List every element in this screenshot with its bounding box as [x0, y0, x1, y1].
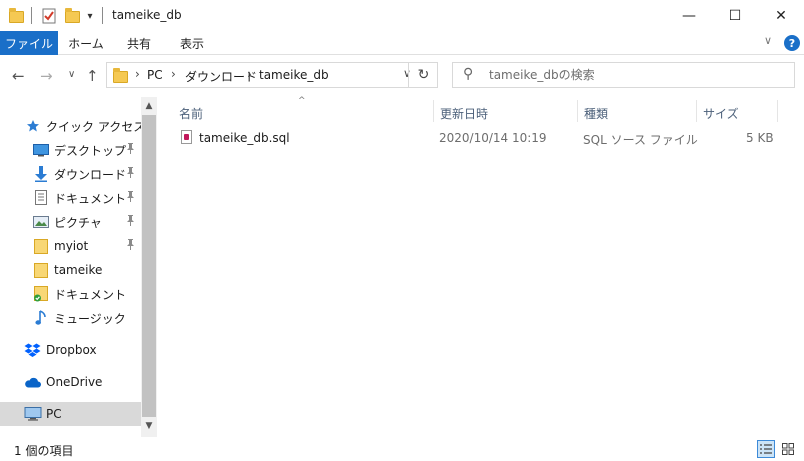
sidebar-item-label: OneDrive	[46, 375, 103, 389]
sidebar-item-desktop[interactable]: デスクトップ	[0, 138, 141, 162]
tab-home[interactable]: ホーム	[58, 31, 114, 55]
sidebar-item-label: ミュージック	[54, 311, 126, 326]
sidebar-item-label: デスクトップ	[54, 143, 127, 158]
onedrive-icon	[24, 377, 41, 388]
sidebar-item-label: tameike	[54, 263, 103, 277]
close-button[interactable]: ✕	[758, 0, 804, 31]
tab-share[interactable]: 共有	[114, 31, 164, 55]
scroll-thumb[interactable]	[142, 115, 156, 417]
sidebar-item-dropbox[interactable]: Dropbox	[0, 338, 141, 362]
properties-icon[interactable]	[40, 6, 58, 26]
sidebar-item-label: myiot	[54, 239, 89, 253]
recent-locations-button[interactable]: ∨	[68, 69, 75, 80]
document-icon	[35, 190, 47, 205]
item-count: 1 個の項目	[14, 444, 74, 458]
folder-icon	[113, 68, 128, 83]
separator	[102, 7, 103, 24]
ribbon-expand-icon[interactable]: ∨	[764, 34, 772, 47]
pin-icon[interactable]	[126, 143, 135, 157]
forward-button[interactable]: →	[40, 67, 53, 85]
sidebar-item-music[interactable]: ミュージック	[0, 306, 141, 330]
chevron-right-icon[interactable]: ›	[247, 67, 252, 81]
pin-icon[interactable]	[126, 215, 135, 229]
column-header-size[interactable]: サイズ	[697, 102, 777, 124]
scroll-down-arrow[interactable]: ▼	[141, 419, 157, 433]
pin-icon[interactable]	[126, 191, 135, 205]
pin-icon[interactable]	[126, 239, 135, 253]
folder-icon	[34, 239, 48, 254]
column-header-date[interactable]: 更新日時	[434, 102, 577, 124]
download-icon	[34, 166, 48, 182]
ribbon-tabs: ファイル ホーム 共有 表示 ∨ ?	[0, 31, 804, 55]
picture-icon	[33, 216, 49, 228]
minimize-button[interactable]: —	[666, 0, 712, 31]
file-list: ^ 名前 更新日時 種類 サイズ tameike_db.sql 2020/10/…	[157, 96, 804, 437]
sidebar-item-label: ダウンロード	[54, 167, 127, 182]
sidebar-item-label: クイック アクセス	[46, 119, 146, 134]
sidebar-item-documents-synced[interactable]: ドキュメント	[0, 282, 141, 306]
sidebar-item-label: Dropbox	[46, 343, 97, 357]
table-row[interactable]: tameike_db.sql 2020/10/14 10:19 SQL ソース …	[173, 127, 803, 149]
chevron-right-icon[interactable]: ›	[171, 67, 176, 81]
navpane-scrollbar[interactable]: ▲ ▼	[141, 97, 157, 437]
desktop-icon	[33, 144, 49, 157]
sidebar-item-pc[interactable]: PC	[0, 402, 141, 426]
dropbox-icon	[24, 343, 41, 358]
sidebar-item-label: PC	[46, 407, 62, 421]
title-bar: ▾ tameike_db — ☐ ✕	[0, 0, 804, 31]
navigation-pane: クイック アクセス デスクトップ ダウンロード ドキュメント ピクチャ myio…	[0, 97, 157, 437]
status-bar: 1 個の項目	[0, 437, 804, 461]
file-name: tameike_db.sql	[199, 131, 290, 145]
breadcrumb-current[interactable]: tameike_db	[259, 68, 329, 82]
new-folder-icon[interactable]	[62, 6, 82, 26]
scroll-up-arrow[interactable]: ▲	[141, 99, 157, 113]
music-icon	[35, 310, 47, 326]
back-button[interactable]: ←	[12, 67, 25, 85]
column-header-type[interactable]: 種類	[578, 102, 696, 124]
sidebar-item-quick-access[interactable]: クイック アクセス	[0, 114, 145, 138]
column-divider[interactable]	[777, 100, 778, 122]
tab-view[interactable]: 表示	[166, 31, 218, 55]
file-size: 5 KB	[746, 131, 774, 145]
sidebar-item-onedrive[interactable]: OneDrive	[0, 370, 141, 394]
separator	[31, 7, 32, 24]
breadcrumb-pc[interactable]: PC	[147, 68, 163, 82]
star-icon	[26, 119, 40, 133]
sql-file-icon	[181, 130, 192, 144]
address-bar[interactable]: › PC › ダウンロード › tameike_db ∨	[106, 62, 438, 88]
pin-icon[interactable]	[126, 167, 135, 181]
pc-icon	[24, 407, 42, 421]
sidebar-item-myiot[interactable]: myiot	[0, 234, 141, 258]
file-type: SQL ソース ファイル	[583, 133, 698, 147]
maximize-button[interactable]: ☐	[712, 0, 758, 31]
sidebar-item-documents[interactable]: ドキュメント	[0, 186, 141, 210]
sidebar-item-pictures[interactable]: ピクチャ	[0, 210, 141, 234]
folder-icon	[6, 6, 26, 26]
sidebar-item-label: ドキュメント	[54, 191, 127, 206]
search-icon: ⚲	[463, 66, 474, 82]
tab-file[interactable]: ファイル	[0, 31, 58, 55]
folder-icon	[34, 263, 48, 278]
file-date: 2020/10/14 10:19	[439, 131, 547, 145]
refresh-button[interactable]: ↻	[408, 62, 438, 88]
synced-folder-icon	[33, 286, 49, 302]
up-button[interactable]: ↑	[86, 67, 99, 85]
help-icon[interactable]: ?	[784, 35, 800, 51]
sidebar-item-label: ピクチャ	[54, 215, 102, 230]
column-header-name[interactable]: 名前	[173, 102, 433, 124]
sidebar-item-downloads[interactable]: ダウンロード	[0, 162, 141, 186]
customize-toolbar-icon[interactable]: ▾	[84, 6, 96, 26]
sidebar-item-label: ドキュメント	[54, 287, 127, 302]
chevron-right-icon[interactable]: ›	[135, 67, 140, 81]
sidebar-item-tameike[interactable]: tameike	[0, 258, 141, 282]
details-view-button[interactable]	[757, 440, 775, 458]
search-box[interactable]: ⚲	[452, 62, 795, 88]
window-title: tameike_db	[112, 8, 182, 22]
search-input[interactable]	[489, 66, 779, 84]
large-icons-view-button[interactable]	[779, 440, 797, 458]
